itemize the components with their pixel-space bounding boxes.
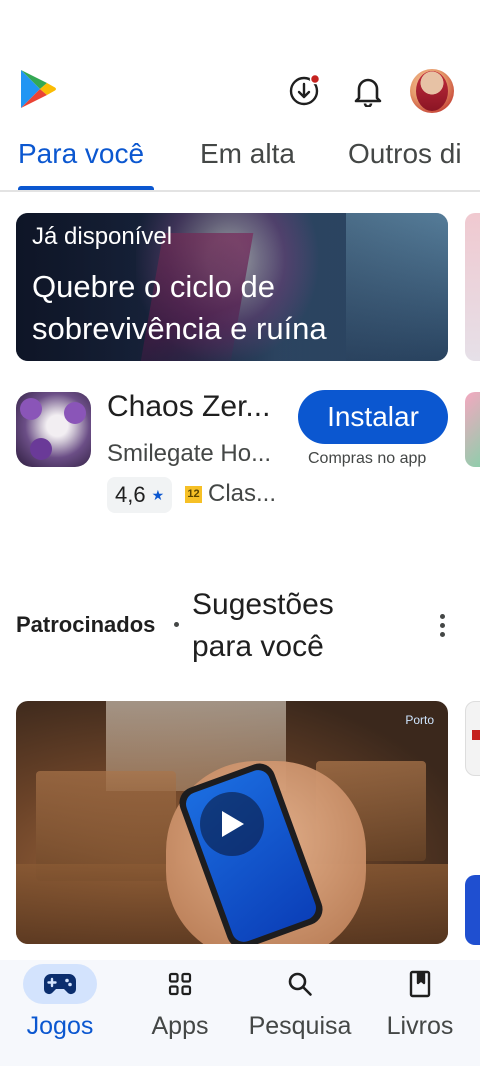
next-app-peek[interactable]: [465, 392, 480, 467]
nav-pesquisa[interactable]: Pesquisa: [240, 960, 360, 1060]
apps-grid-icon: [143, 964, 217, 1004]
app-name[interactable]: Chaos Zer...: [107, 390, 270, 424]
video-brand: Porto: [405, 713, 434, 727]
star-icon: ★: [151, 486, 165, 503]
section-title: Sugestões para você: [192, 588, 334, 663]
play-icon[interactable]: [200, 792, 264, 856]
rating-chip: 4,6 ★: [107, 477, 173, 513]
avatar[interactable]: [410, 69, 454, 113]
tab-para-voce[interactable]: Para você: [18, 138, 144, 170]
nav-label-livros: Livros: [386, 1012, 454, 1040]
sponsored-label: Patrocinados: [16, 612, 156, 637]
tab-outros-dispositivos[interactable]: Outros di: [348, 138, 462, 170]
download-icon[interactable]: [287, 74, 321, 108]
nav-jogos[interactable]: Jogos: [0, 960, 120, 1060]
sponsored-video-card[interactable]: Porto: [16, 701, 448, 944]
search-icon: [263, 964, 337, 1004]
next-banner-peek[interactable]: [465, 213, 480, 361]
rating-value: 4,6: [115, 482, 146, 507]
in-app-purchases-label: Compras no app: [308, 450, 427, 467]
bottom-navigation: Jogos Apps Pesquisa Livros: [0, 960, 480, 1066]
next-video-peek[interactable]: [465, 701, 480, 776]
app-icon-chaos-zero[interactable]: [16, 392, 91, 467]
tab-bar: Para você Em alta Outros di: [0, 138, 480, 192]
app-developer: Smilegate Ho...: [107, 440, 272, 467]
more-options-icon[interactable]: [430, 608, 454, 642]
bell-icon[interactable]: [351, 74, 385, 108]
nav-livros[interactable]: Livros: [360, 960, 480, 1060]
next-ad-peek[interactable]: [465, 875, 480, 945]
install-button[interactable]: Instalar: [298, 390, 448, 444]
tab-em-alta[interactable]: Em alta: [200, 138, 295, 170]
age-rating-badge-icon: 12: [185, 485, 202, 503]
nav-apps[interactable]: Apps: [120, 960, 240, 1060]
nav-label-jogos: Jogos: [26, 1012, 94, 1040]
separator-dot: [174, 622, 179, 627]
nav-label-pesquisa: Pesquisa: [248, 1012, 352, 1040]
banner-title: Quebre o ciclo de sobrevivência e ruína: [32, 269, 327, 346]
nav-label-apps: Apps: [151, 1012, 209, 1040]
content-rating: 12 Clas...: [185, 480, 276, 508]
gamepad-icon: [23, 964, 97, 1004]
book-icon: [383, 964, 457, 1004]
content-rating-label: Clas...: [208, 480, 277, 507]
banner-kicker: Já disponível: [32, 223, 173, 250]
top-app-bar: [0, 60, 480, 120]
google-play-logo-icon[interactable]: [18, 68, 58, 110]
active-tab-indicator: [18, 186, 154, 190]
notification-dot: [309, 74, 321, 85]
